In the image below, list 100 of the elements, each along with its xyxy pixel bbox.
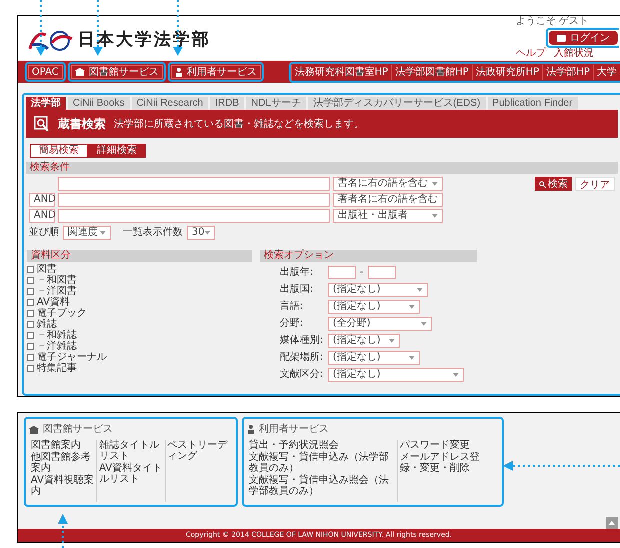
dropdown[interactable]: (指定なし) (328, 282, 428, 296)
dropdown[interactable]: AND (29, 193, 55, 207)
field-label: 配架場所: (280, 350, 324, 365)
login-button[interactable]: ログイン (549, 31, 618, 45)
checkbox[interactable] (27, 266, 34, 273)
checkbox-label: 特集記事 (37, 363, 77, 374)
dropdown[interactable]: 関連度 (63, 226, 111, 240)
dropdown[interactable]: 著者名に右の語を含む (333, 193, 443, 207)
logo-icon (28, 28, 74, 53)
dropdown[interactable]: (全分野) (328, 316, 432, 330)
arrow-up-icon (609, 521, 615, 525)
search-field[interactable] (58, 177, 330, 191)
caret-icon (204, 230, 210, 234)
search-mode-tab[interactable]: 簡易検索 (30, 144, 88, 158)
nav-link[interactable]: 法学部HP (542, 64, 593, 80)
tab[interactable]: CiNii Books (68, 97, 130, 110)
nav-link[interactable]: 法務研究科図書室HP (290, 64, 392, 80)
nav-link[interactable]: 法学部図書館HP (391, 64, 472, 80)
checkbox-label: AV資料 (37, 297, 70, 308)
footer-link[interactable]: 文献複写・貸借申込み照会（法学部教員のみ） (249, 475, 395, 497)
nav-link[interactable]: OPAC (28, 65, 63, 79)
field-label: 文献区分: (280, 368, 324, 382)
person-icon (174, 68, 183, 76)
checkbox-label: －和図書 (37, 275, 77, 286)
annotation-arrow (36, 0, 46, 56)
dropdown[interactable]: AND (29, 209, 55, 223)
dropdown[interactable]: (指定なし) (328, 300, 420, 314)
dropdown[interactable]: (指定なし) (328, 350, 420, 364)
year-field[interactable] (328, 266, 356, 279)
search-button[interactable]: 検索 (535, 177, 572, 191)
checkbox[interactable] (27, 343, 34, 350)
utility-link[interactable]: ヘルプ (516, 48, 546, 59)
caret-icon (432, 214, 438, 218)
caret-icon (389, 338, 395, 342)
search-icon (34, 116, 50, 132)
checkbox-label: 図書 (37, 264, 57, 275)
footer-link[interactable]: パスワード変更 (400, 440, 497, 451)
nav-link[interactable]: 図書館サービス (70, 65, 163, 79)
field-label: 分野: (280, 317, 304, 331)
search-field[interactable] (58, 209, 330, 223)
checkbox[interactable] (27, 310, 34, 317)
tab[interactable]: CiNii Research (132, 97, 208, 110)
utility-link[interactable]: 入館状況 (554, 48, 594, 59)
welcome-text: ようこそ ゲスト (516, 16, 590, 28)
building-icon (29, 426, 39, 434)
field-label: 媒体種別: (280, 334, 324, 348)
tab[interactable]: 法学部 (26, 97, 66, 110)
search-field[interactable] (58, 193, 330, 207)
checkbox-label: 雑誌 (37, 319, 57, 330)
checkbox[interactable] (27, 299, 34, 306)
building-icon (74, 68, 85, 76)
scroll-top-button[interactable] (606, 517, 618, 529)
footer-link[interactable]: AV資料タイトルリスト (99, 463, 163, 485)
section-header: 検索条件 (26, 162, 618, 174)
footer-link[interactable]: 他図書館参考案内 (31, 452, 94, 474)
year-field[interactable] (368, 266, 396, 279)
tab[interactable]: 法学部ディスカバリーサービス(EDS) (308, 97, 486, 110)
section-header: 資料区分 (27, 250, 252, 262)
count-label: 一覧表示件数 (123, 226, 183, 240)
checkbox[interactable] (27, 288, 34, 295)
checkbox[interactable] (27, 321, 34, 328)
nav-link[interactable]: 大学 (593, 64, 620, 80)
annotation-arrow (58, 514, 68, 548)
search-mode-tab[interactable]: 詳細検索 (88, 144, 146, 158)
footer-link[interactable]: ベストリーディング (168, 440, 231, 462)
dropdown[interactable]: 書名に右の語を含む (333, 177, 443, 191)
checkbox-label: －洋雑誌 (37, 341, 77, 352)
field-label: 出版年: (280, 266, 314, 280)
tab[interactable]: IRDB (210, 97, 244, 110)
clear-button[interactable]: クリア (575, 177, 615, 191)
checkbox[interactable] (27, 332, 34, 339)
login-icon (557, 34, 566, 42)
footer-link[interactable]: 貸出・予約状況照会 (249, 440, 395, 451)
search-description: 法学部に所蔵されている図書・雑誌などを検索します。 (114, 118, 364, 132)
checkbox[interactable] (27, 354, 34, 361)
caret-icon (453, 372, 459, 376)
dropdown[interactable]: (指定なし) (328, 334, 400, 348)
footer-link[interactable]: 雑誌タイトルリスト (99, 440, 163, 462)
caret-icon (417, 288, 423, 292)
field-label: 言語: (280, 300, 304, 314)
caret-icon (421, 322, 427, 326)
tab[interactable]: Publication Finder (488, 97, 578, 110)
nav-link[interactable]: 法政研究所HP (472, 64, 542, 80)
checkbox[interactable] (27, 365, 34, 372)
footer-link[interactable]: 文献複写・貸借申込み（法学部教員のみ） (249, 452, 395, 474)
dropdown[interactable]: 30 (187, 226, 215, 240)
dropdown[interactable]: (指定なし) (328, 368, 464, 382)
checkbox-label: －和雑誌 (37, 330, 77, 341)
checkbox-label: 電子ブック (37, 308, 87, 319)
checkbox-label: 電子ジャーナル (37, 352, 107, 363)
search-icon (539, 180, 546, 188)
footer-link[interactable]: 図書館案内 (31, 440, 94, 451)
nav-link[interactable]: 利用者サービス (170, 65, 261, 79)
tab[interactable]: NDLサーチ (246, 97, 306, 110)
caret-icon (409, 304, 415, 308)
footer-link[interactable]: メールアドレス登録・変更・削除 (400, 452, 497, 474)
caret-icon (432, 182, 438, 186)
checkbox[interactable] (27, 277, 34, 284)
footer-link[interactable]: AV資料視聴案内 (31, 475, 94, 497)
dropdown[interactable]: 出版社・出版者 (333, 209, 443, 223)
